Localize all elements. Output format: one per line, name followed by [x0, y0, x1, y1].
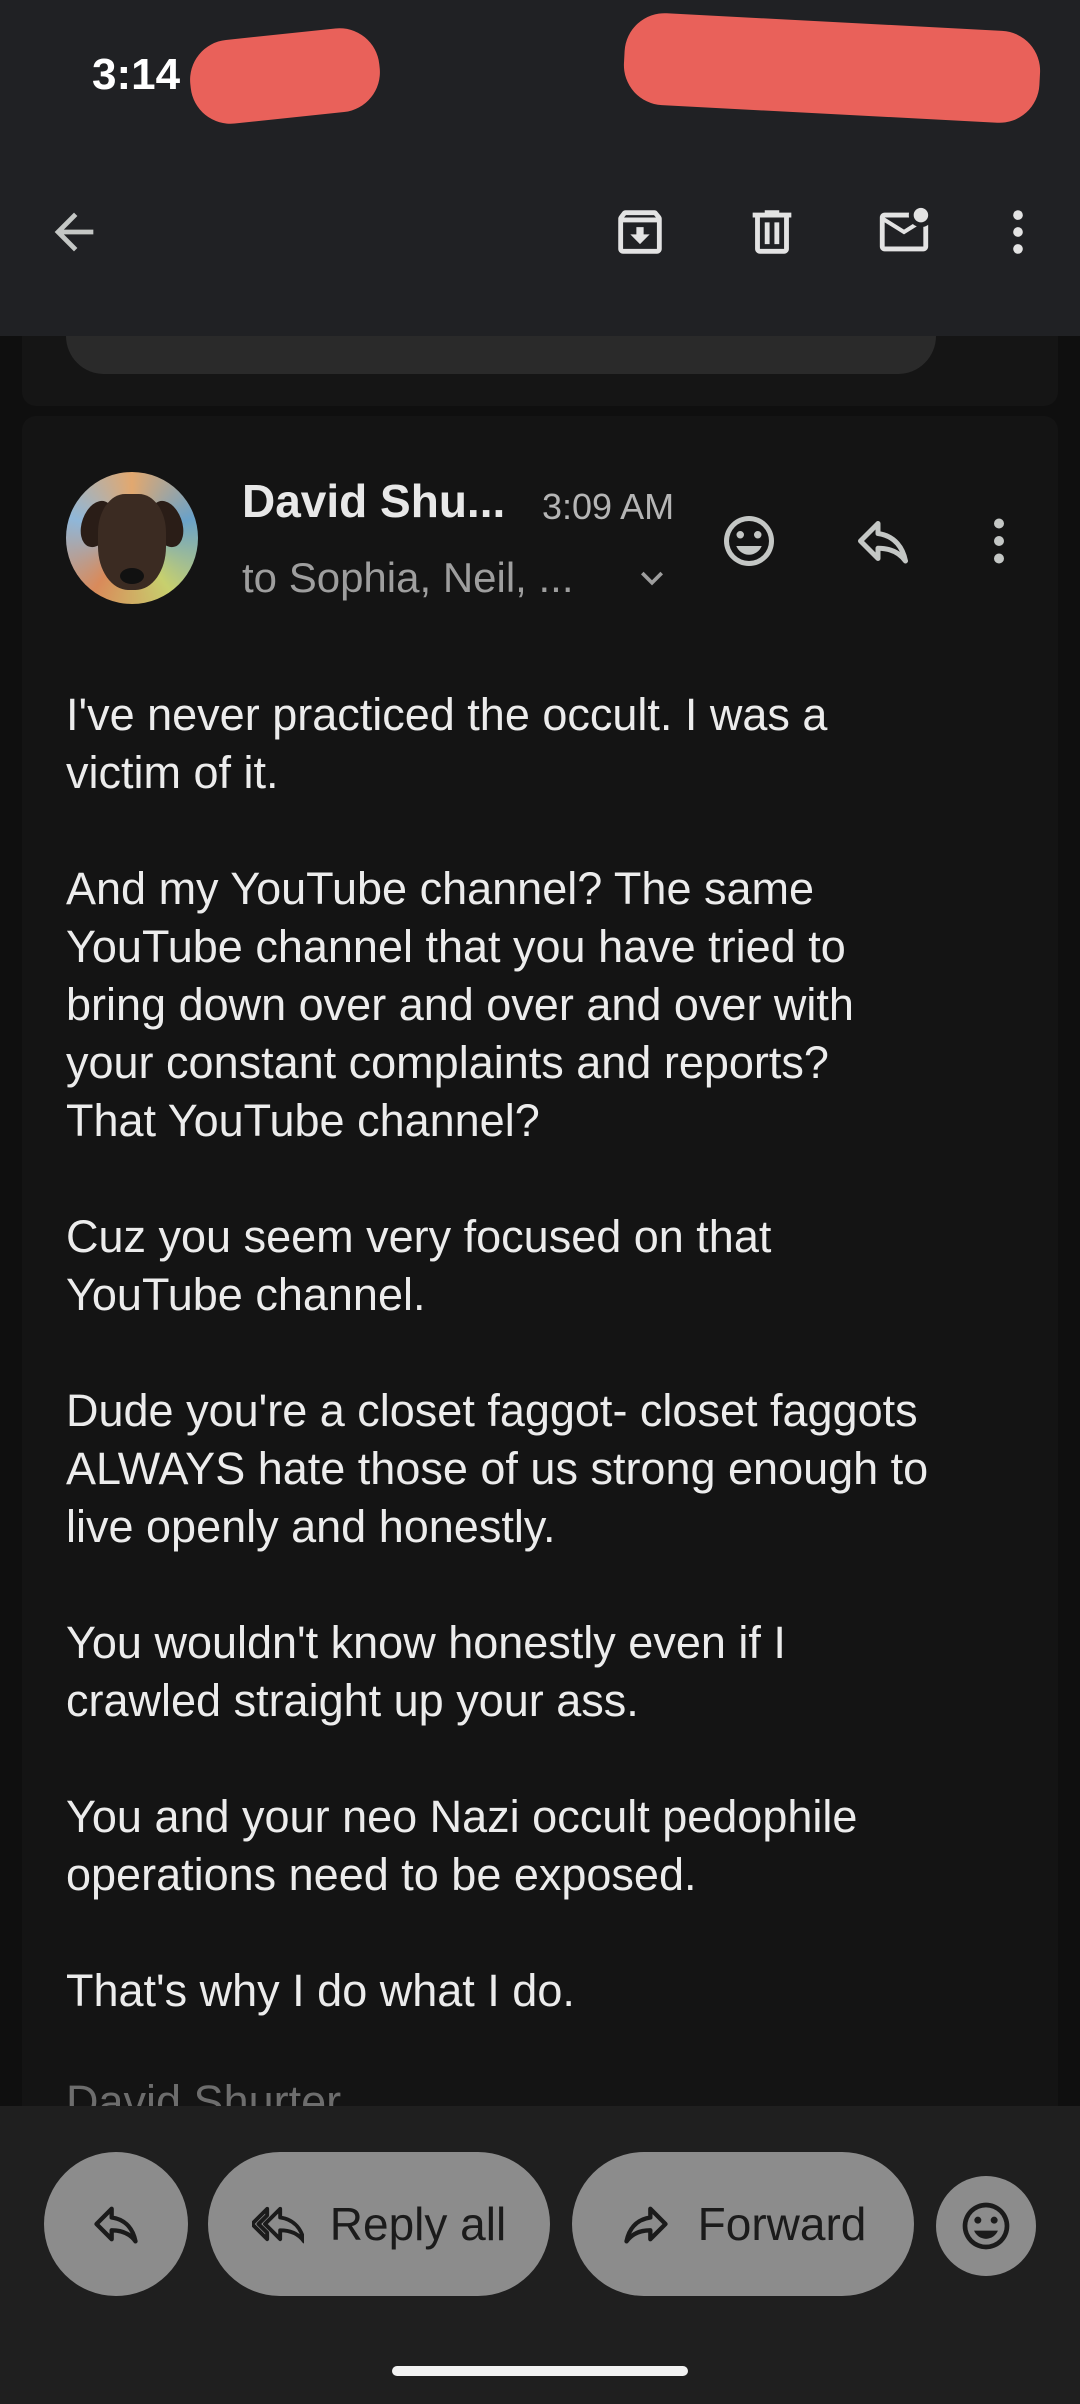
body-paragraph: You and your neo Nazi occult pedophile o…	[66, 1791, 858, 1900]
arrow-left-icon	[54, 212, 94, 252]
reply-button[interactable]	[848, 506, 918, 576]
more-vertical-icon	[1013, 210, 1023, 254]
reply-icon	[94, 2206, 138, 2244]
archive-icon	[618, 210, 662, 254]
signature-text: David Shurter	[66, 2076, 342, 2106]
body-paragraph: Dude you're a closet faggot- closet fagg…	[66, 1385, 929, 1552]
more-options-button[interactable]	[976, 190, 1060, 274]
smiley-icon	[962, 2202, 1010, 2250]
message-more-button[interactable]	[964, 506, 1034, 576]
trash-icon	[752, 210, 792, 254]
reply-button[interactable]	[44, 2152, 188, 2296]
body-paragraph: You wouldn't know honestly even if I cra…	[66, 1617, 786, 1726]
back-button[interactable]	[32, 190, 116, 274]
forward-icon	[623, 2206, 668, 2244]
redaction-mark-right	[621, 11, 1043, 125]
message-card: David Shu... 3:09 AM to Sophia, Neil, ..…	[22, 416, 1058, 2106]
forward-label: Forward	[697, 2198, 867, 2250]
body-paragraph: Cuz you seem very focused on that YouTub…	[66, 1211, 772, 1320]
body-paragraph: That's why I do what I do.	[66, 1965, 575, 2016]
message-thread[interactable]: David Shu... 3:09 AM to Sophia, Neil, ..…	[0, 336, 1080, 2106]
mark-unread-button[interactable]	[862, 190, 946, 274]
smiley-icon	[724, 516, 774, 566]
more-vertical-icon	[994, 518, 1004, 564]
reply-all-button[interactable]: Reply all	[208, 2152, 550, 2296]
emoji-reaction-button[interactable]	[936, 2176, 1036, 2276]
delete-button[interactable]	[730, 190, 814, 274]
bottom-action-bar: Reply all Forward	[0, 2106, 1080, 2404]
reply-all-label: Reply all	[329, 2198, 507, 2250]
avatar[interactable]	[66, 472, 198, 604]
message-body: I've never practiced the occult. I was a…	[66, 686, 1046, 2078]
redaction-mark-left	[186, 24, 384, 128]
previous-message-quote	[66, 336, 936, 374]
body-paragraph: I've never practiced the occult. I was a…	[66, 689, 828, 798]
chevron-down-icon[interactable]	[630, 556, 674, 600]
archive-button[interactable]	[598, 190, 682, 274]
sender-name[interactable]: David Shu...	[242, 474, 505, 528]
status-time: 3:14	[92, 50, 181, 99]
mail-unread-icon	[879, 207, 929, 252]
reply-all-icon	[251, 2206, 304, 2244]
react-emoji-button[interactable]	[714, 506, 784, 576]
status-bar: 3:14	[0, 0, 1080, 150]
home-indicator[interactable]	[392, 2366, 688, 2376]
recipients-summary[interactable]: to Sophia, Neil, ...	[242, 554, 574, 602]
message-time: 3:09 AM	[542, 486, 675, 527]
forward-button[interactable]: Forward	[572, 2152, 914, 2296]
reply-icon	[858, 521, 908, 564]
top-toolbar	[0, 150, 1080, 336]
body-paragraph: And my YouTube channel? The same YouTube…	[66, 863, 854, 1146]
